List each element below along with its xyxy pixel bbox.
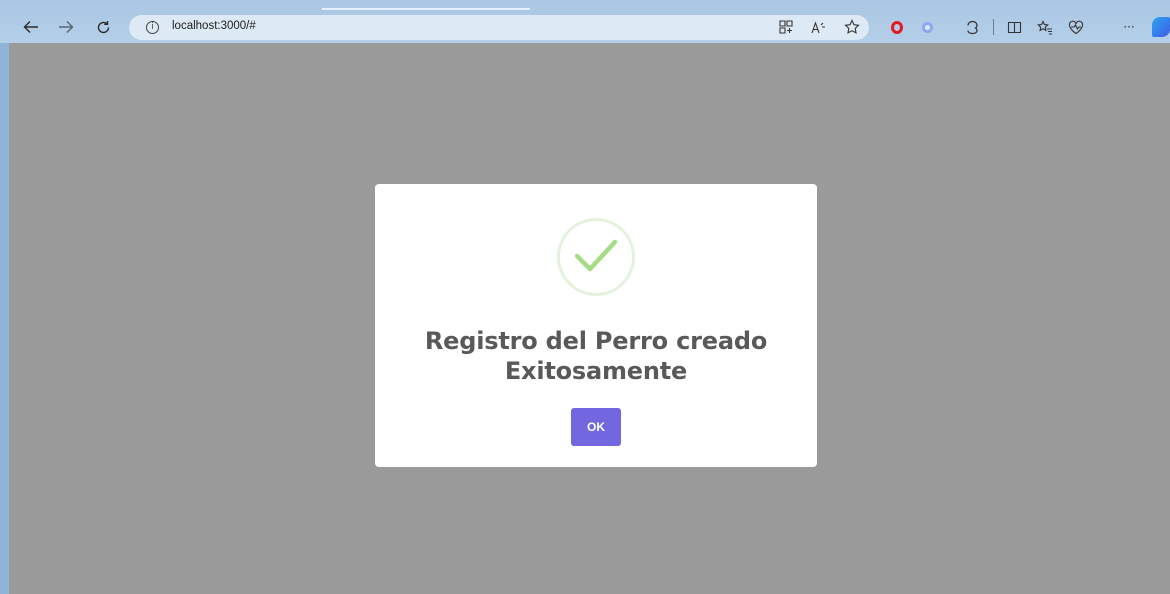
window-left-edge (0, 43, 9, 594)
lens-extension-icon[interactable] (922, 22, 933, 33)
forward-button[interactable] (57, 18, 75, 36)
arrow-right-icon (59, 21, 74, 33)
favorite-button[interactable] (842, 17, 862, 37)
url-text[interactable]: localhost:3000/# (172, 20, 256, 32)
active-tab-hint (322, 8, 530, 10)
arrow-left-icon (23, 21, 38, 33)
performance-button[interactable] (1066, 17, 1086, 37)
favorites-icon (1037, 19, 1052, 35)
read-aloud-button[interactable] (808, 17, 828, 37)
dialog-title: Registro del Perro creado Exitosamente (424, 327, 768, 385)
read-aloud-icon (810, 20, 825, 33)
opera-extension-icon[interactable] (891, 21, 903, 34)
more-icon[interactable]: ··· (1119, 17, 1139, 37)
refresh-button[interactable] (94, 18, 112, 36)
success-dialog: Registro del Perro creado Exitosamente O… (375, 184, 817, 467)
split-screen-button[interactable] (1004, 17, 1024, 37)
checkmark-success-icon (574, 239, 618, 272)
apps-button[interactable] (776, 17, 796, 37)
info-icon[interactable]: i (146, 21, 159, 34)
browser-toolbar: i localhost:3000/# ··· (0, 0, 1170, 43)
star-icon (844, 19, 860, 34)
extensions-button[interactable] (962, 17, 982, 37)
split-screen-icon (1007, 21, 1021, 33)
apps-icon (779, 20, 793, 34)
toolbar-separator (993, 19, 994, 35)
ok-button[interactable]: OK (571, 408, 621, 446)
puzzle-icon (966, 20, 978, 34)
copilot-icon[interactable] (1152, 17, 1170, 37)
refresh-icon (97, 20, 109, 33)
favorites-button[interactable] (1035, 17, 1055, 37)
heart-pulse-icon (1068, 20, 1084, 34)
back-button[interactable] (22, 18, 40, 36)
success-icon-ring (557, 218, 635, 296)
